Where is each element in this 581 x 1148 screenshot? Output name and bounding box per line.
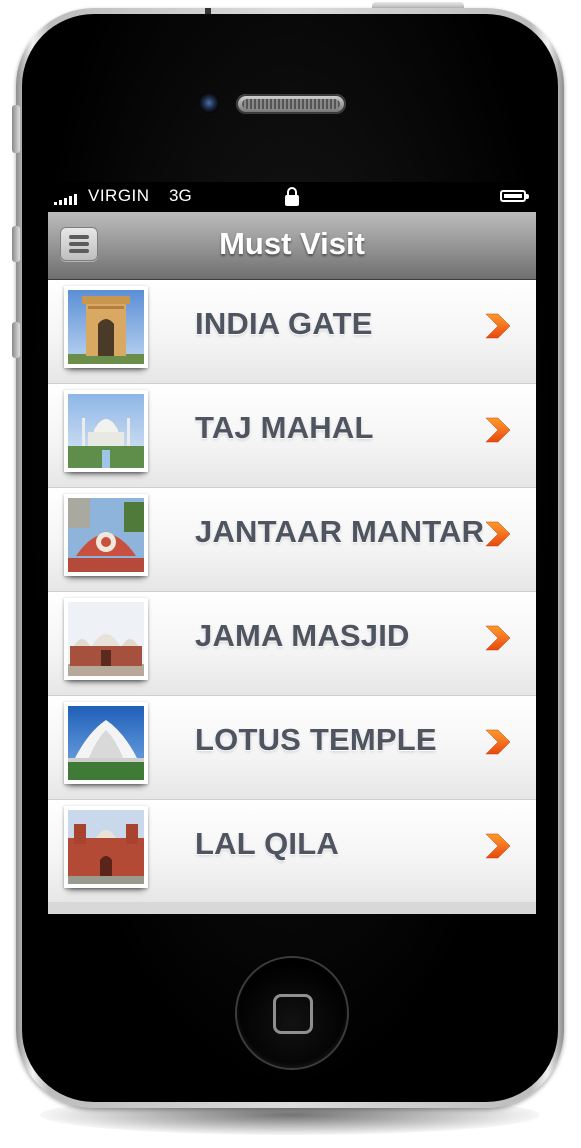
carrier-name: VIRGIN	[88, 186, 150, 205]
item-label: JANTAAR MANTAR	[195, 514, 485, 549]
front-camera	[197, 93, 221, 115]
chevron-right-icon	[485, 625, 511, 651]
lal-qila-thumbnail	[64, 806, 148, 888]
lock-icon	[285, 187, 299, 207]
chevron-right-icon	[485, 521, 511, 547]
volume-up-button	[12, 226, 20, 262]
item-label: LOTUS TEMPLE	[195, 722, 437, 757]
list-item-india-gate[interactable]: INDIA GATE	[48, 280, 536, 384]
jantar-mantar-thumbnail	[64, 494, 148, 576]
taj-mahal-thumbnail	[64, 390, 148, 472]
mute-switch	[12, 105, 20, 153]
list-item-lotus-temple[interactable]: LOTUS TEMPLE	[48, 696, 536, 800]
nav-bar: Must Visit	[48, 212, 536, 280]
home-square-icon	[273, 994, 313, 1034]
volume-down-button	[12, 322, 20, 358]
list-item-jama-masjid[interactable]: JAMA MASJID	[48, 592, 536, 696]
page-title: Must Visit	[219, 226, 365, 261]
signal-strength-icon	[54, 193, 84, 205]
home-button[interactable]	[237, 958, 347, 1068]
india-gate-thumbnail	[64, 286, 148, 368]
battery-icon	[500, 190, 529, 202]
network-type: 3G	[169, 186, 192, 205]
item-label: JAMA MASJID	[195, 618, 410, 653]
item-label: INDIA GATE	[195, 306, 373, 341]
chevron-right-icon	[485, 833, 511, 859]
earpiece-speaker	[236, 94, 346, 114]
phone-screen: VIRGIN 3G Must Visit INDIA GATE TAJ MAHA…	[48, 182, 536, 914]
chevron-right-icon	[485, 313, 511, 339]
chevron-right-icon	[485, 729, 511, 755]
list-footer	[48, 902, 536, 914]
lotus-temple-thumbnail	[64, 702, 148, 784]
list-item-jantaar-mantar[interactable]: JANTAAR MANTAR	[48, 488, 536, 592]
item-label: TAJ MAHAL	[195, 410, 374, 445]
chevron-right-icon	[485, 417, 511, 443]
item-label: LAL QILA	[195, 826, 339, 861]
list-item-lal-qila[interactable]: LAL QILA	[48, 800, 536, 904]
places-list: INDIA GATE TAJ MAHAL JANTAAR MANTAR JAMA…	[48, 280, 536, 904]
jama-masjid-thumbnail	[64, 598, 148, 680]
status-bar: VIRGIN 3G	[48, 182, 536, 212]
list-item-taj-mahal[interactable]: TAJ MAHAL	[48, 384, 536, 488]
